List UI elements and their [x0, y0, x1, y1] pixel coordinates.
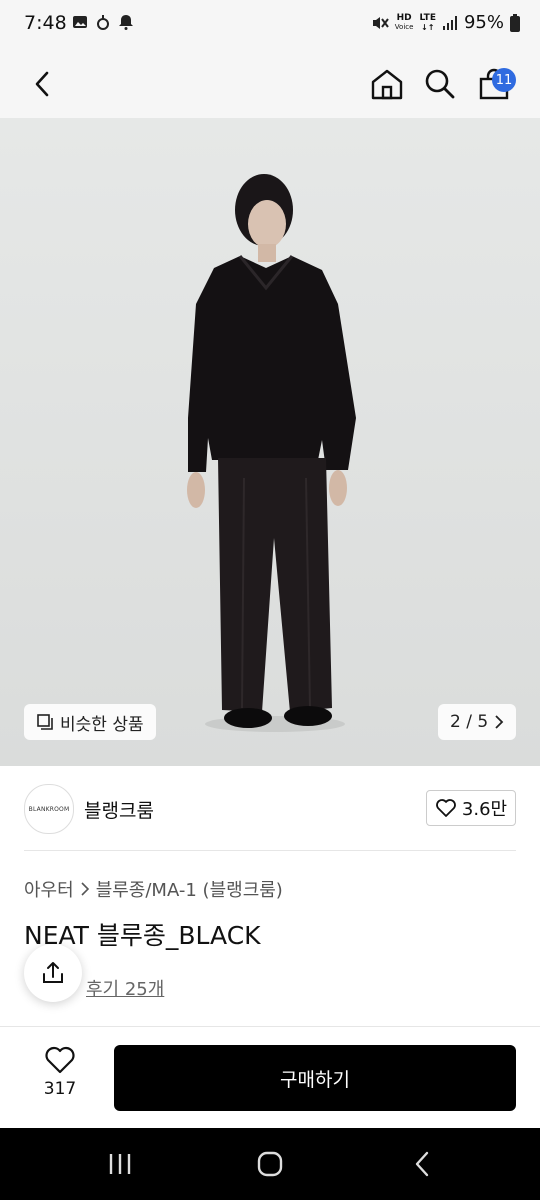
status-left-icons: [72, 14, 134, 30]
home-circle-icon: [257, 1151, 283, 1177]
status-right: HD Voice LTE ↓↑ 95%: [371, 12, 520, 33]
image-page-text: 2 / 5: [450, 712, 489, 732]
wishlist-count: 317: [43, 1079, 77, 1099]
brand-logo-text: BLANKROOM: [28, 805, 70, 813]
bottom-action-bar: 317 구매하기: [0, 1026, 540, 1129]
wishlist-button[interactable]: 317: [24, 1045, 96, 1099]
brand-like-count: 3.6만: [461, 799, 508, 820]
home-icon: [371, 69, 403, 100]
brand-name[interactable]: 블랭크룸: [84, 796, 154, 823]
signal-icon: [442, 15, 457, 30]
search-button[interactable]: [416, 60, 464, 108]
hd-voice-indicator: HD Voice: [394, 12, 414, 32]
buy-button[interactable]: 구매하기: [114, 1045, 516, 1111]
breadcrumb-category[interactable]: 아우터: [24, 876, 74, 902]
share-icon: [43, 962, 63, 983]
heart-icon: [436, 799, 456, 817]
top-app-bar: 11: [0, 50, 540, 118]
bell-icon: [119, 15, 133, 30]
cart-count-badge: 11: [492, 68, 516, 92]
breadcrumb-subcategory[interactable]: 블루종/MA-1 (블랭크룸): [96, 876, 283, 902]
similar-products-label: 비슷한 상품: [60, 714, 144, 735]
battery-icon: [510, 13, 520, 32]
review-link[interactable]: 후기 25개: [86, 975, 164, 1001]
share-button[interactable]: [24, 944, 82, 1002]
status-time: 7:48: [24, 12, 67, 34]
brand-like-button[interactable]: 3.6만: [426, 790, 516, 826]
lte-arrows-icon: ↓↑: [421, 22, 435, 32]
divider: [24, 850, 516, 851]
search-icon: [425, 69, 455, 99]
cart-button[interactable]: 11: [470, 60, 518, 108]
hd-sub-label: Voice: [394, 22, 414, 31]
image-icon: [73, 16, 87, 28]
mute-icon: [372, 16, 389, 29]
model-photo: [0, 118, 540, 766]
back-chevron-icon: [35, 71, 49, 97]
brand-logo[interactable]: BLANKROOM: [24, 784, 74, 834]
chevron-right-icon: [81, 882, 89, 896]
notification-dot-icon: [97, 15, 109, 30]
lte-label: LTE: [419, 12, 436, 23]
image-page-indicator[interactable]: 2 / 5: [438, 704, 517, 740]
back-nav-icon: [415, 1151, 429, 1177]
breadcrumb: 아우터 블루종/MA-1 (블랭크룸): [24, 876, 283, 902]
home-button[interactable]: [363, 60, 411, 108]
lte-indicator: LTE ↓↑: [419, 12, 436, 32]
back-button[interactable]: [18, 60, 66, 108]
chevron-right-icon: [495, 715, 504, 729]
similar-products-button[interactable]: 비슷한 상품: [24, 704, 156, 740]
recent-apps-button[interactable]: [95, 1146, 145, 1182]
battery-percent: 95%: [463, 12, 504, 33]
brand-row: BLANKROOM 블랭크룸 3.6만: [0, 766, 540, 851]
hd-label: HD: [396, 12, 412, 23]
recent-apps-icon: [109, 1154, 131, 1174]
similar-products-icon: [37, 714, 53, 730]
status-bar: 7:48 HD Voice LTE ↓↑ 95%: [0, 0, 540, 50]
product-image[interactable]: 비슷한 상품 2 / 5: [0, 118, 540, 766]
system-nav-bar: [0, 1128, 540, 1200]
heart-icon: [45, 1046, 75, 1074]
home-nav-button[interactable]: [245, 1146, 295, 1182]
back-nav-button[interactable]: [397, 1146, 447, 1182]
